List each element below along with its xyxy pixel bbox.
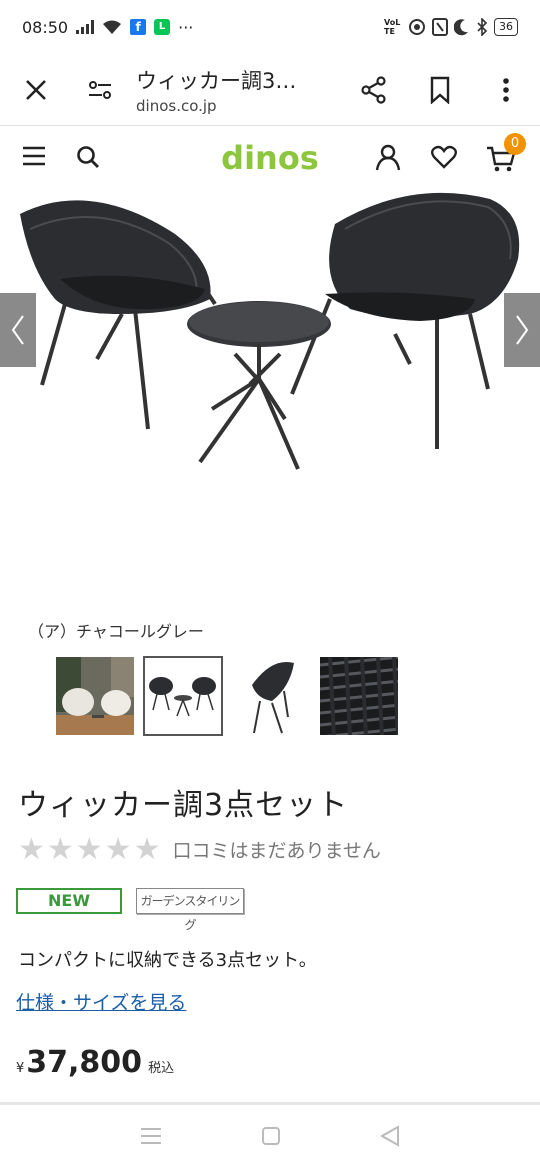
more-vert-icon — [503, 77, 509, 102]
home-square-icon — [261, 1126, 280, 1145]
spec-size-link[interactable]: 仕様・サイズを見る — [16, 988, 186, 1015]
menu-icon — [23, 146, 45, 166]
star-rating: ★★★★★ — [18, 832, 163, 867]
system-nav-bar — [0, 1105, 540, 1170]
search-button[interactable] — [76, 145, 100, 173]
heart-icon — [431, 145, 457, 169]
back-triangle-icon — [380, 1124, 400, 1147]
hamburger-menu-button[interactable] — [22, 145, 46, 171]
browser-toolbar: ウィッカー調3… dinos.co.jp — [0, 54, 540, 126]
chevron-left-icon — [11, 315, 24, 345]
tax-label: 税込 — [148, 1061, 175, 1076]
price: 37,800 — [26, 1045, 143, 1080]
person-icon — [375, 144, 401, 171]
battery-icon: 36 — [494, 18, 518, 36]
page-title: ウィッカー調3… — [136, 68, 297, 93]
rating-row[interactable]: ★★★★★ 口コミはまだありません — [18, 832, 381, 867]
thumbnail-set[interactable] — [143, 656, 223, 736]
bookmark-button[interactable] — [418, 68, 462, 112]
more-menu-button[interactable] — [484, 68, 528, 112]
more-notifications-icon: ··· — [178, 17, 194, 37]
bluetooth-icon — [477, 18, 488, 36]
tune-icon — [89, 80, 111, 99]
thumbnail-strip — [55, 656, 399, 736]
close-icon — [26, 79, 46, 100]
product-main-image — [20, 192, 520, 470]
review-status-text: 口コミはまだありません — [172, 840, 381, 862]
record-icon — [409, 19, 425, 35]
signal-icon — [76, 20, 95, 34]
url-area[interactable]: ウィッカー調3… dinos.co.jp — [136, 65, 352, 115]
volte-icon: VoLTE — [384, 18, 401, 36]
category-badge: ガーデンスタイリング — [136, 888, 244, 932]
thumbnail-texture[interactable] — [319, 656, 399, 736]
site-header: dinos 0 — [0, 127, 540, 189]
nfc-icon — [432, 18, 448, 36]
account-button[interactable] — [375, 143, 401, 175]
recents-menu-icon — [140, 1127, 161, 1144]
facebook-icon: f — [130, 19, 147, 35]
status-bar: 08:50 f L ··· VoLTE 36 — [0, 0, 540, 54]
favorites-button[interactable] — [431, 145, 457, 173]
back-button[interactable] — [380, 1124, 400, 1151]
product-title: ウィッカー調3点セット — [18, 788, 349, 823]
lifestyle-photo — [56, 657, 134, 735]
wifi-icon — [103, 20, 122, 34]
thumbnail-side-view[interactable] — [231, 656, 311, 736]
clock: 08:50 — [22, 17, 69, 37]
share-icon — [361, 75, 386, 104]
price-row: ¥ 37,800 税込 — [16, 1045, 174, 1080]
texture-photo — [320, 657, 398, 735]
product-image-carousel[interactable] — [0, 189, 540, 599]
carousel-prev-button[interactable] — [0, 293, 36, 367]
new-badge: NEW — [16, 888, 122, 914]
cart-count-badge: 0 — [504, 133, 526, 155]
site-settings-button[interactable] — [78, 68, 122, 112]
currency-symbol: ¥ — [16, 1061, 25, 1076]
share-button[interactable] — [352, 68, 396, 112]
line-app-icon: L — [154, 19, 171, 35]
chevron-right-icon — [516, 315, 529, 345]
color-variant-label: （ア）チャコールグレー — [28, 622, 204, 641]
close-button[interactable] — [14, 68, 58, 112]
set-photo — [145, 658, 221, 734]
search-icon — [77, 146, 99, 168]
carousel-next-button[interactable] — [504, 293, 540, 367]
recents-button[interactable] — [140, 1127, 162, 1149]
side-view-photo — [232, 657, 310, 735]
page-domain: dinos.co.jp — [136, 96, 217, 115]
moon-icon — [454, 19, 468, 36]
product-description: コンパクトに収納できる3点セット。 — [18, 950, 317, 971]
thumbnail-lifestyle[interactable] — [55, 656, 135, 736]
product-badges: NEW ガーデンスタイリング — [16, 888, 244, 932]
bookmark-icon — [430, 76, 450, 104]
home-button[interactable] — [261, 1126, 281, 1150]
